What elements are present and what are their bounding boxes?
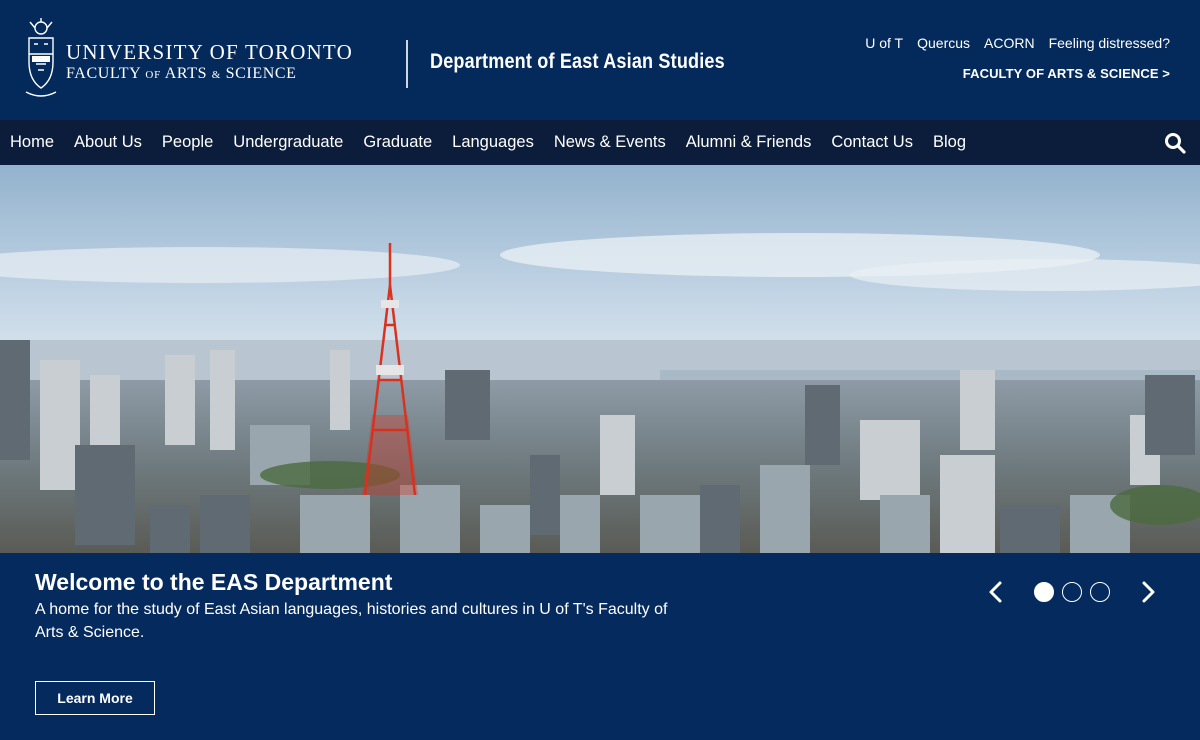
nav-item-news-events[interactable]: News & Events (554, 133, 666, 152)
carousel-dot-2[interactable] (1062, 582, 1082, 602)
nav-item-home[interactable]: Home (10, 133, 54, 152)
utility-link-acorn[interactable]: ACORN (984, 35, 1035, 51)
faculty-name-amp: & (211, 69, 222, 81)
utility-link-uoft[interactable]: U of T (865, 35, 903, 51)
hero-title: Welcome to the EAS Department (35, 569, 393, 595)
chevron-right-icon[interactable] (1138, 579, 1158, 605)
faculty-name-part2: ARTS (164, 65, 208, 82)
carousel-indicators (1034, 582, 1110, 602)
nav-item-contact-us[interactable]: Contact Us (831, 133, 913, 152)
site-header: UNIVERSITY OF TORONTO FACULTY OF ARTS & … (0, 0, 1200, 120)
department-title[interactable]: Department of East Asian Studies (430, 50, 725, 74)
brand-divider (406, 40, 408, 88)
chevron-left-icon[interactable] (986, 579, 1006, 605)
nav-item-graduate[interactable]: Graduate (363, 133, 432, 152)
university-crest-logo[interactable] (24, 18, 58, 100)
faculty-of-arts-science-link[interactable]: FACULTY OF ARTS & SCIENCE > (963, 66, 1170, 81)
nav-item-people[interactable]: People (162, 133, 213, 152)
utility-links: U of T Quercus ACORN Feeling distressed? (865, 35, 1170, 51)
hero-description: A home for the study of East Asian langu… (35, 601, 668, 641)
hero-image (0, 165, 1200, 553)
search-icon[interactable] (1164, 132, 1186, 154)
nav-item-blog[interactable]: Blog (933, 133, 966, 152)
tokyo-skyline-illustration (0, 165, 1200, 553)
utility-link-quercus[interactable]: Quercus (917, 35, 970, 51)
faculty-name[interactable]: FACULTY OF ARTS & SCIENCE (66, 65, 297, 84)
hero-caption: Welcome to the EAS Department A home for… (0, 553, 1200, 740)
main-navigation: Home About Us People Undergraduate Gradu… (0, 120, 1200, 165)
nav-item-languages[interactable]: Languages (452, 133, 534, 152)
carousel-dot-1[interactable] (1034, 582, 1054, 602)
nav-item-alumni-friends[interactable]: Alumni & Friends (686, 133, 812, 152)
nav-item-undergraduate[interactable]: Undergraduate (233, 133, 343, 152)
carousel-dot-3[interactable] (1090, 582, 1110, 602)
university-name[interactable]: UNIVERSITY OF TORONTO (66, 40, 353, 64)
faculty-name-part3: SCIENCE (225, 65, 297, 82)
learn-more-button[interactable]: Learn More (35, 681, 155, 715)
utility-link-feeling-distressed[interactable]: Feeling distressed? (1049, 35, 1170, 51)
faculty-name-of: OF (145, 69, 162, 81)
nav-item-about-us[interactable]: About Us (74, 133, 142, 152)
faculty-name-part1: FACULTY (66, 65, 141, 82)
